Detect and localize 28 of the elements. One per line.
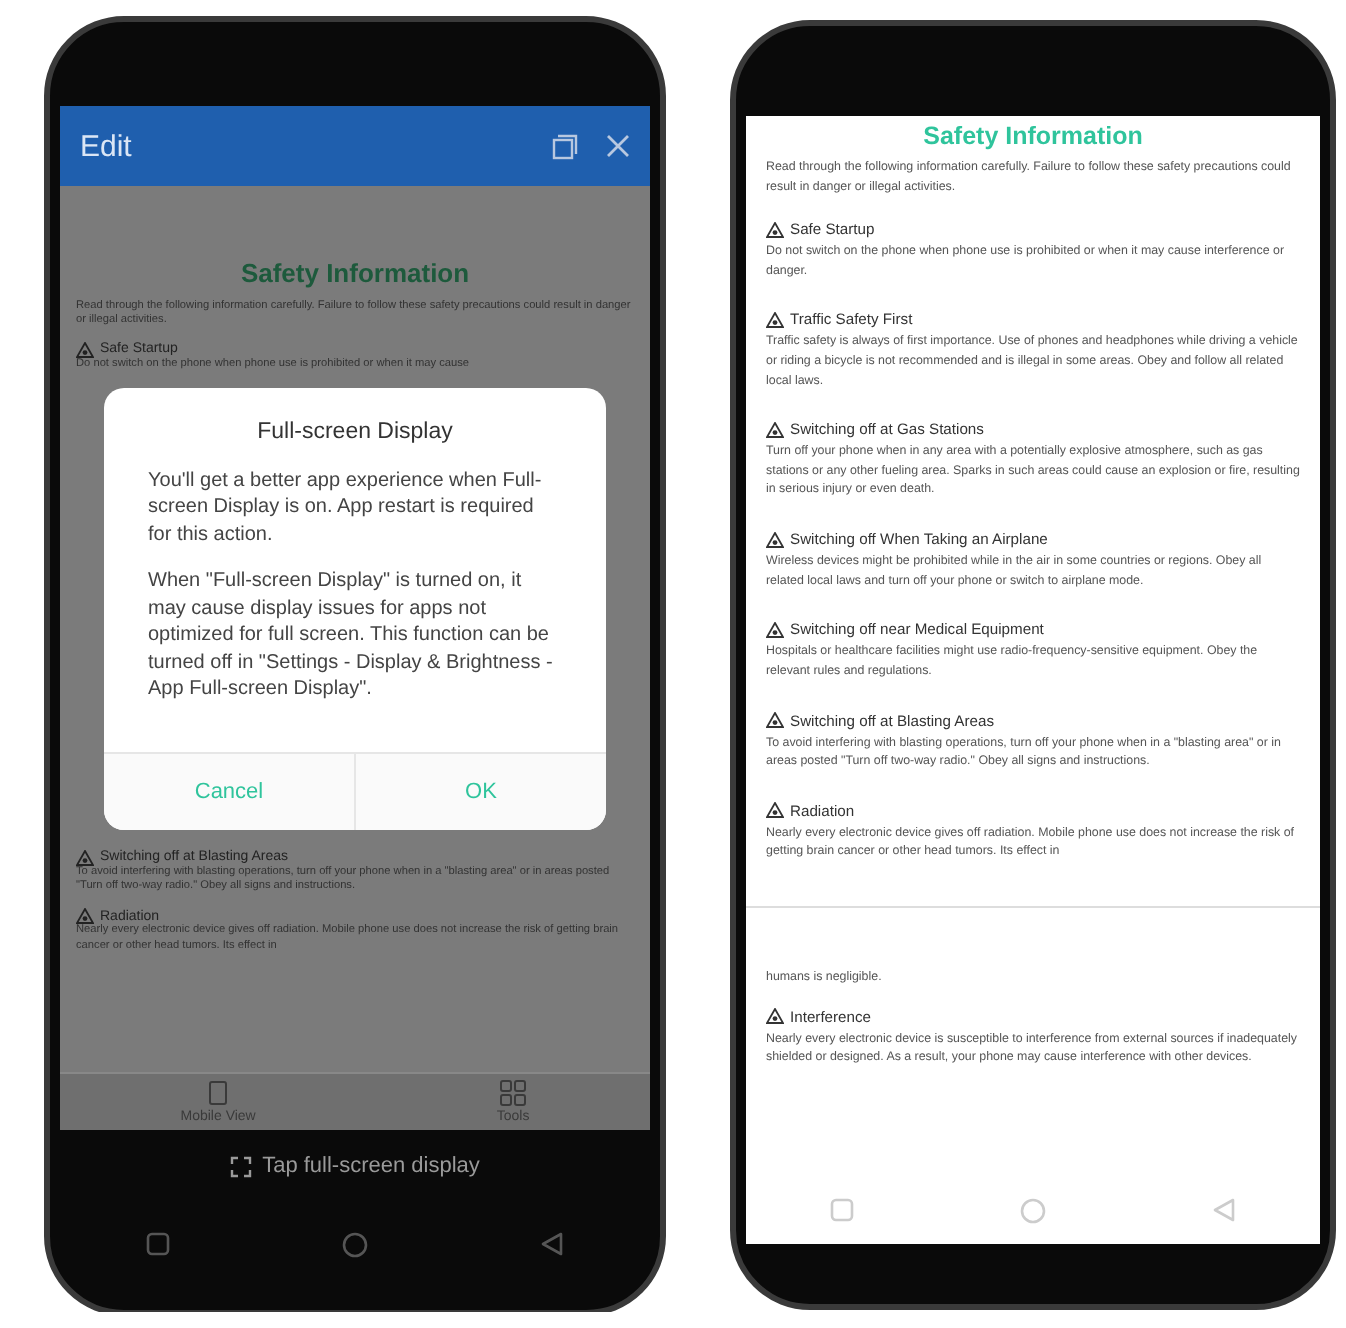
warning-icon — [76, 849, 94, 866]
copy-icon[interactable] — [552, 133, 578, 159]
warning-icon — [766, 712, 784, 729]
warning-icon — [766, 311, 784, 328]
dialog-button[interactable]: OK — [356, 753, 606, 830]
document-title: Safety Information — [238, 258, 472, 288]
phone-icon — [208, 1080, 229, 1106]
expand-icon — [230, 1155, 253, 1177]
document-title: Safety Information — [921, 122, 1145, 150]
warning-icon — [766, 621, 784, 638]
dialog-title: Full-screen Display — [255, 417, 455, 448]
warning-icon — [766, 802, 784, 819]
dialog-button[interactable]: Cancel — [104, 753, 356, 830]
warning-icon — [76, 908, 94, 925]
warning-icon — [766, 421, 784, 438]
square-icon[interactable] — [146, 1232, 170, 1256]
warning-icon — [766, 221, 784, 238]
back-icon[interactable] — [540, 1232, 564, 1256]
warning-icon — [766, 531, 784, 548]
dialog-text: You'll get a better app experience when Full-screen Display is on. App restart is required for this action. — [146, 467, 544, 549]
warning-icon — [76, 341, 94, 358]
close-icon[interactable] — [606, 134, 630, 158]
grid-icon — [500, 1080, 527, 1106]
dialog-text: When "Full-screen Display" is turned on, it may cause display issues for apps not optimized for full screen. This function can be turned off in "Settings - Display & Brightness - App Full-screen Display". — [146, 568, 555, 704]
circle-icon[interactable] — [342, 1231, 368, 1257]
header-title: Edit — [80, 129, 134, 163]
hint-text: Tap full-screen display — [262, 1154, 480, 1178]
warning-icon — [766, 1008, 784, 1025]
